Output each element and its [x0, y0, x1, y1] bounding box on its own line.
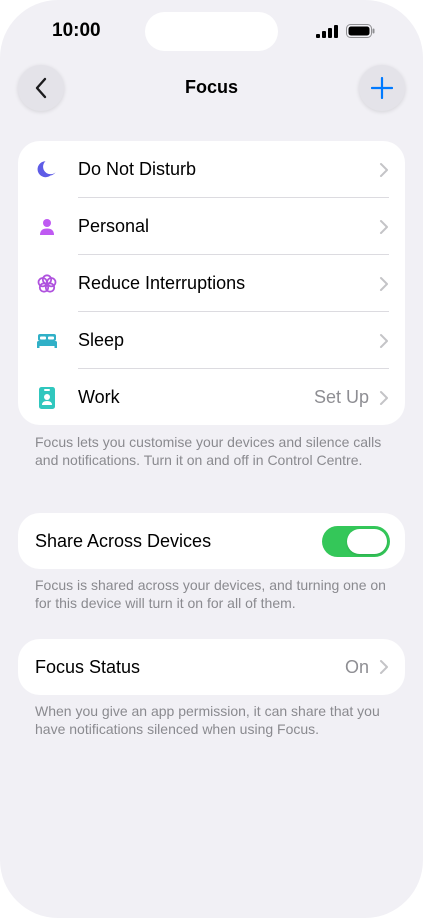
- focus-mode-sleep[interactable]: Sleep: [18, 312, 405, 369]
- chevron-right-icon: [380, 660, 388, 674]
- flower-icon: [36, 273, 58, 295]
- toggle-knob: [347, 529, 387, 554]
- focus-mode-reduce-interruptions[interactable]: Reduce Interruptions: [18, 255, 405, 312]
- focus-status-footnote: When you give an app permission, it can …: [35, 703, 380, 737]
- status-time: 10:00: [52, 20, 101, 41]
- share-across-devices-label: Share Across Devices: [35, 531, 212, 551]
- share-across-devices-row: Share Across Devices: [18, 513, 405, 569]
- cellular-signal-icon: [316, 24, 338, 38]
- focus-mode-label: Sleep: [78, 330, 125, 350]
- focus-footnote: Focus lets you customise your devices an…: [35, 434, 382, 468]
- dynamic-island: [145, 12, 278, 51]
- focus-modes-list: Do Not Disturb Personal Reduce Interrupt…: [18, 141, 405, 425]
- focus-status-label: Focus Status: [35, 657, 141, 677]
- focus-mode-label: Personal: [78, 216, 150, 236]
- chevron-right-icon: [380, 277, 388, 291]
- focus-mode-do-not-disturb[interactable]: Do Not Disturb: [18, 141, 405, 198]
- focus-mode-label: Work: [78, 387, 120, 407]
- focus-mode-label: Reduce Interruptions: [78, 273, 246, 293]
- plus-icon: [371, 77, 393, 99]
- chevron-right-icon: [380, 391, 388, 405]
- focus-mode-work[interactable]: Work Set Up: [18, 369, 405, 425]
- id-badge-icon: [36, 387, 58, 409]
- focus-status-card: Focus Status On: [18, 639, 405, 695]
- moon-icon: [36, 159, 58, 181]
- bed-icon: [36, 330, 58, 352]
- focus-status-value: On: [344, 657, 369, 677]
- chevron-right-icon: [380, 163, 388, 177]
- focus-mode-label: Do Not Disturb: [78, 159, 197, 179]
- phone-screen: 10:00 Focus Do Not Disturb Personal Redu…: [0, 0, 423, 918]
- chevron-right-icon: [380, 220, 388, 234]
- focus-mode-personal[interactable]: Personal: [18, 198, 405, 255]
- status-icons: [316, 24, 375, 38]
- focus-status-row[interactable]: Focus Status On: [18, 639, 405, 695]
- work-setup-value: Set Up: [313, 387, 369, 407]
- chevron-right-icon: [380, 334, 388, 348]
- person-icon: [36, 216, 58, 238]
- add-focus-button[interactable]: [359, 65, 405, 111]
- share-across-devices-toggle[interactable]: [322, 526, 390, 557]
- share-footnote: Focus is shared across your devices, and…: [35, 577, 386, 611]
- battery-icon: [346, 24, 375, 38]
